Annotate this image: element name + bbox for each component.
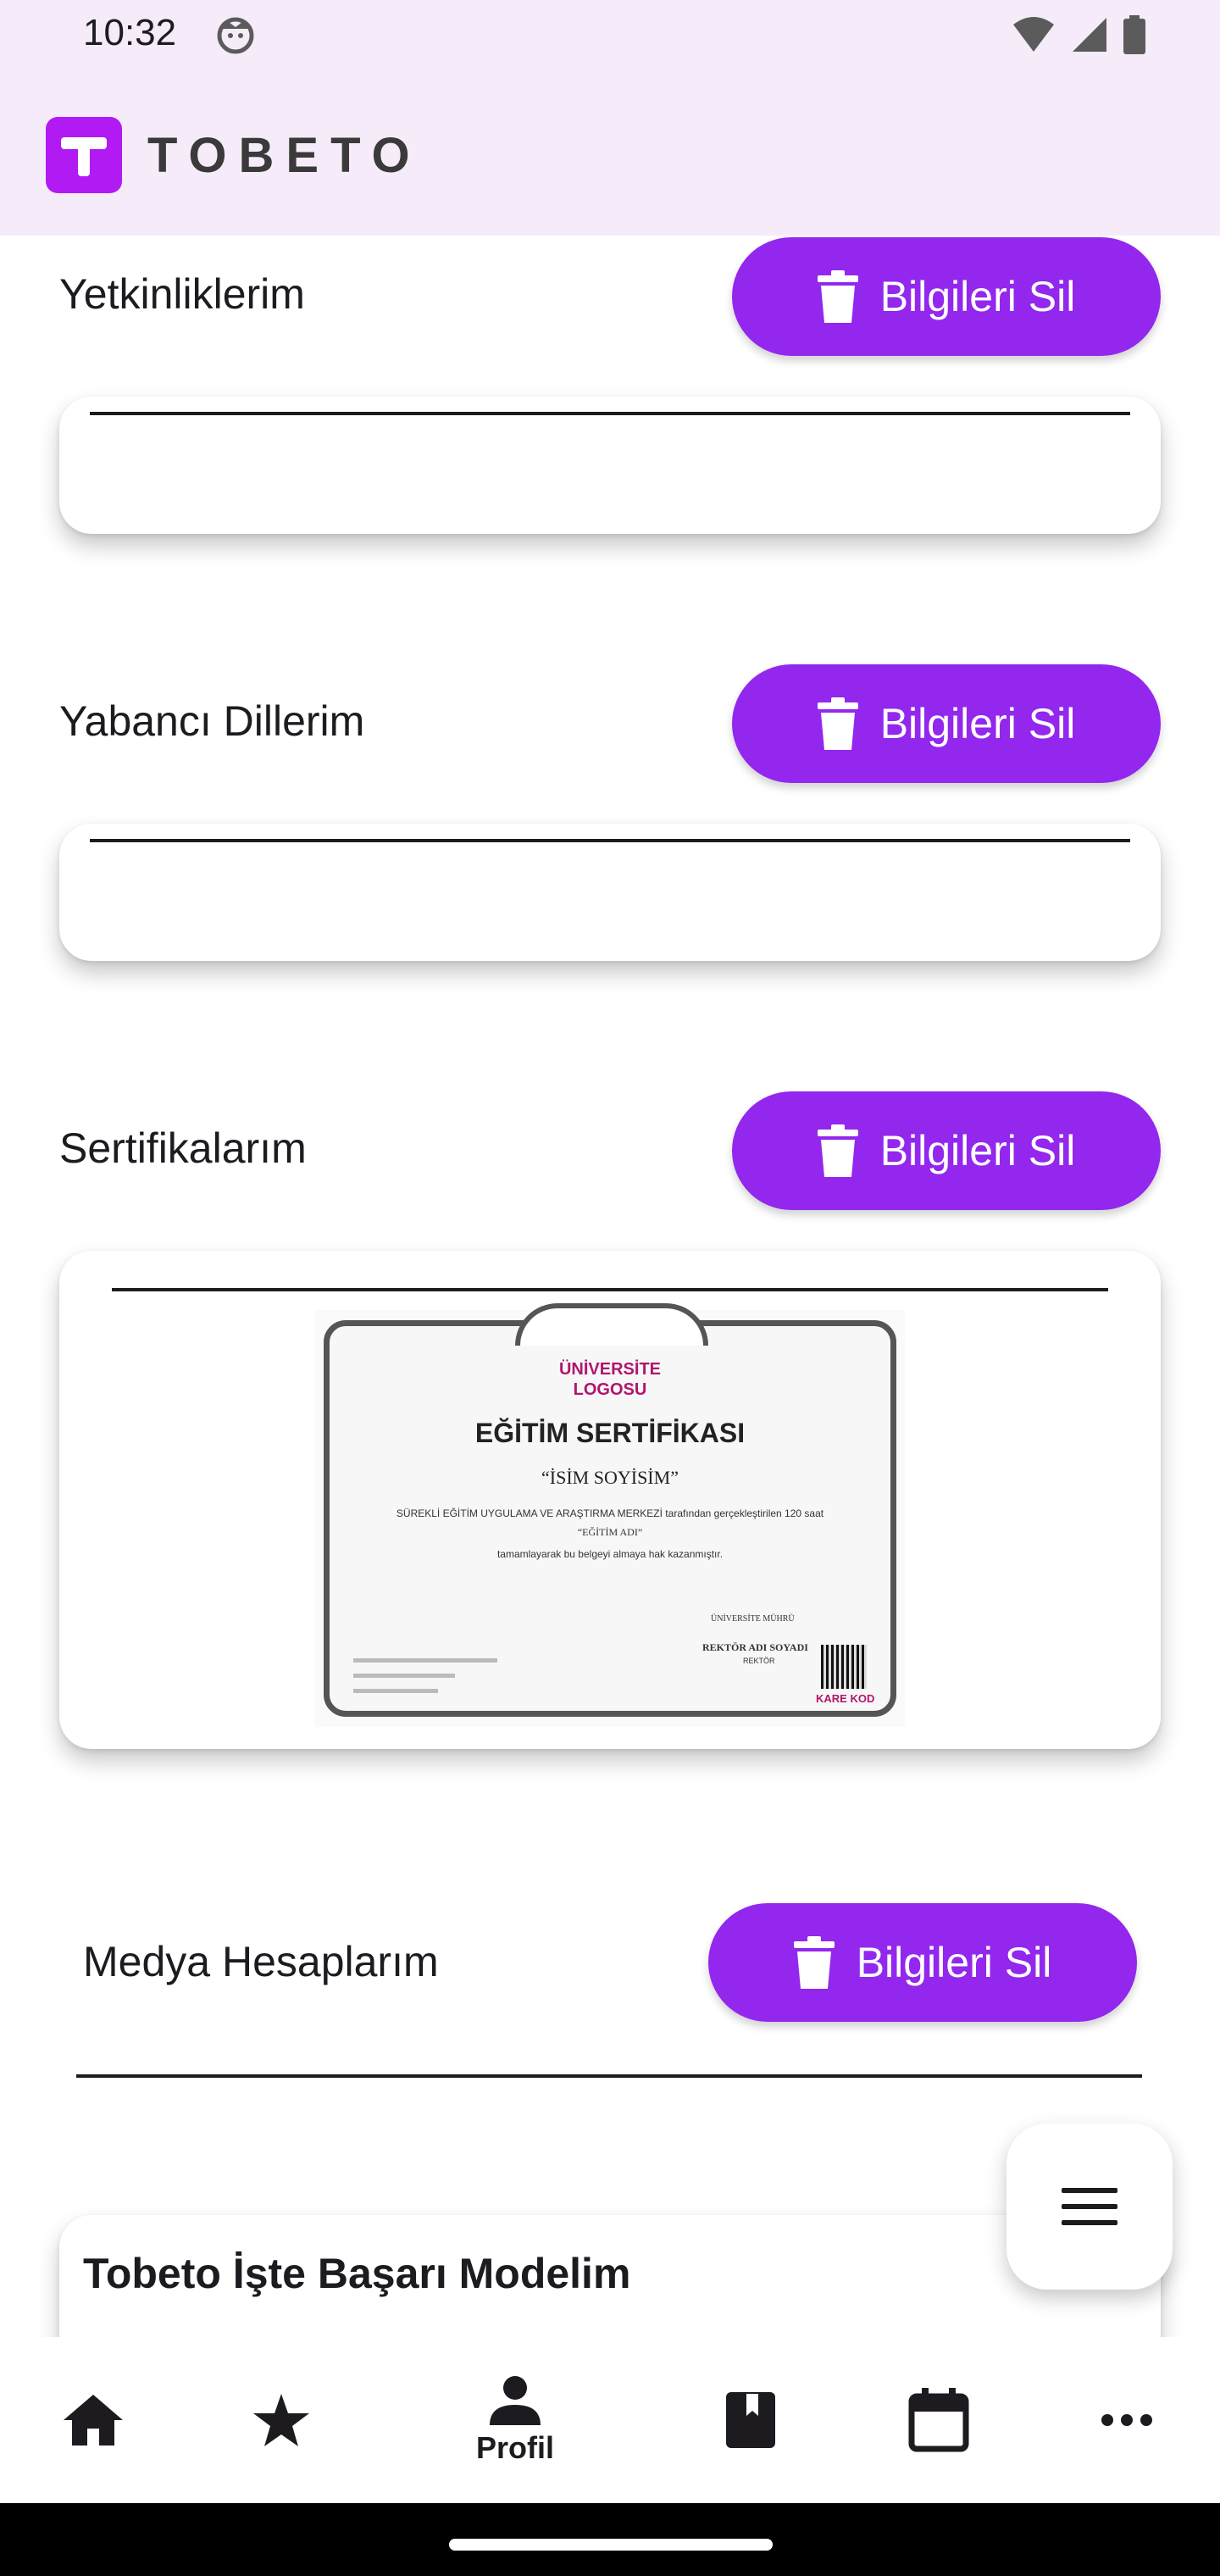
- cert-seal: ÜNİVERSİTE MÜHRÜ: [711, 1614, 795, 1624]
- cert-rector-title: REKTÖR: [743, 1657, 775, 1665]
- tobeto-logo-icon: [46, 117, 122, 193]
- cert-body-3: tamamlayarak bu belgeyi almaya hak kazan…: [496, 1548, 724, 1560]
- delete-button-label: Bilgileri Sil: [856, 1939, 1052, 1986]
- languages-card: [59, 824, 1161, 961]
- section-title-languages: Yabancı Dillerim: [59, 697, 365, 745]
- section-title-media: Medya Hesaplarım: [83, 1938, 439, 1985]
- brand-name: TOBETO: [147, 128, 422, 183]
- trash-icon: [817, 1124, 858, 1177]
- status-time: 10:32: [83, 12, 177, 53]
- delete-skills-button[interactable]: Bilgileri Sil: [732, 237, 1161, 356]
- section-title-skills: Yetkinliklerim: [59, 270, 305, 318]
- nav-home[interactable]: [17, 2337, 169, 2503]
- status-icons: [1012, 15, 1145, 54]
- cert-body-1: SÜREKLİ EĞİTİM UYGULAMA VE ARAŞTIRMA MER…: [396, 1507, 824, 1519]
- trash-icon: [817, 697, 858, 750]
- person-icon: [490, 2376, 541, 2425]
- cert-body-2: “EĞİTİM ADI”: [577, 1526, 643, 1538]
- qr-code-icon: [821, 1645, 867, 1689]
- delete-button-label: Bilgileri Sil: [879, 273, 1076, 320]
- cert-logo-line1: ÜNİVERSİTE: [558, 1360, 662, 1379]
- delete-button-label: Bilgileri Sil: [879, 700, 1076, 747]
- book-icon: [726, 2392, 775, 2448]
- delete-media-button[interactable]: Bilgileri Sil: [708, 1903, 1137, 2022]
- home-gesture-pill[interactable]: [449, 2539, 773, 2551]
- delete-certificates-button[interactable]: Bilgileri Sil: [732, 1091, 1161, 1210]
- nav-favorites[interactable]: [205, 2337, 358, 2503]
- wifi-icon: [1013, 17, 1054, 52]
- skills-card: [59, 397, 1161, 534]
- trash-icon: [793, 1936, 835, 1989]
- cert-meta-line: [353, 1658, 497, 1663]
- certificate-image[interactable]: ÜNİVERSİTE LOGOSU EĞİTİM SERTİFİKASI “İS…: [315, 1303, 905, 1727]
- bottom-navigation: Profil: [0, 2337, 1220, 2503]
- notification-face-icon: [217, 17, 254, 54]
- nav-profile-label: Profil: [475, 2430, 554, 2465]
- cert-rector: REKTÖR ADI SOYADI: [702, 1641, 808, 1653]
- nav-more[interactable]: [1051, 2337, 1203, 2503]
- signal-icon: [1073, 18, 1106, 52]
- certificate-frame: ÜNİVERSİTE LOGOSU EĞİTİM SERTİFİKASI “İS…: [324, 1320, 896, 1717]
- nav-profile[interactable]: Profil: [439, 2337, 591, 2503]
- section-title-certificates: Sertifikalarım: [59, 1124, 307, 1172]
- star-icon: [253, 2394, 309, 2446]
- media-divider: [76, 2074, 1142, 2078]
- menu-fab-button[interactable]: [1006, 2124, 1173, 2290]
- battery-icon: [1123, 15, 1145, 54]
- section-title-success-model: Tobeto İşte Başarı Modelim: [83, 2250, 631, 2297]
- menu-icon: [1062, 2188, 1117, 2225]
- cert-heading: EĞİTİM SERTİFİKASI: [474, 1418, 746, 1448]
- delete-languages-button[interactable]: Bilgileri Sil: [732, 664, 1161, 783]
- nav-catalog[interactable]: [674, 2337, 827, 2503]
- divider: [90, 412, 1130, 415]
- divider: [90, 839, 1130, 842]
- cert-qr-label: KARE KOD: [816, 1692, 875, 1705]
- cert-emblem-arc: [515, 1303, 708, 1346]
- cert-meta-line: [353, 1689, 438, 1693]
- cert-logo-line2: LOGOSU: [573, 1380, 647, 1399]
- cert-meta-line: [353, 1674, 455, 1678]
- nav-calendar[interactable]: [862, 2337, 1015, 2503]
- trash-icon: [817, 270, 858, 323]
- cert-name: “İSİM SOYİSİM”: [541, 1467, 679, 1488]
- divider: [112, 1288, 1108, 1291]
- delete-button-label: Bilgileri Sil: [879, 1127, 1076, 1174]
- home-icon: [64, 2395, 123, 2446]
- calendar-icon: [908, 2388, 969, 2452]
- more-icon: [1101, 2414, 1152, 2426]
